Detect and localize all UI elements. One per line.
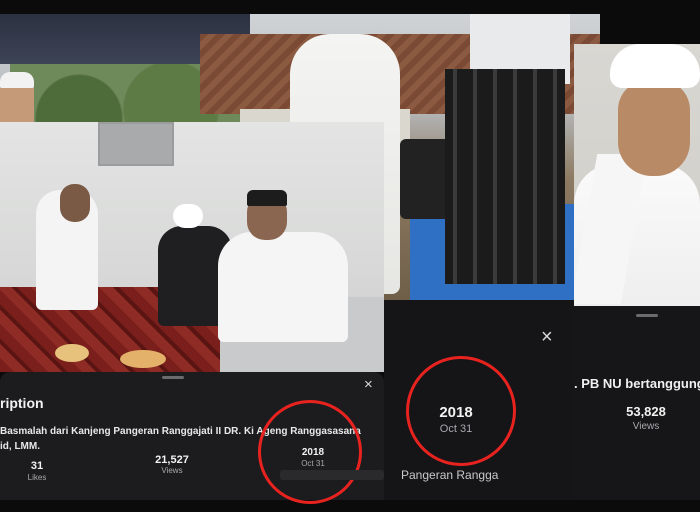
date-day: Oct 31 <box>301 459 325 468</box>
close-icon[interactable]: × <box>541 327 553 347</box>
main-photo <box>0 122 384 372</box>
section-title: ription <box>0 395 44 411</box>
video-title: . PB NU bertanggung <box>574 376 700 391</box>
likes-count: 31 <box>30 460 44 472</box>
man-with-cap <box>218 232 348 342</box>
right-sheet: . PB NU bertanggung 53,828 Views <box>574 306 700 500</box>
food-plate <box>55 344 89 362</box>
food-plate <box>120 350 166 368</box>
channel-name[interactable]: Pangeran Rangga <box>401 468 498 482</box>
views-label: Views <box>161 466 183 475</box>
person-left-cap <box>0 72 34 88</box>
description-line-2: id, LMM. <box>0 441 40 452</box>
portrait-turban <box>610 44 700 88</box>
drag-handle[interactable] <box>162 376 184 379</box>
description-sheet: × ription Basmalah dari Kanjeng Pangeran… <box>0 372 384 512</box>
middle-sheet: × 2018 Oct 31 Pangeran Rangga <box>384 300 574 500</box>
black-cap <box>247 190 287 206</box>
views-count: 53,828 <box>626 404 666 419</box>
person-sarong <box>445 69 565 284</box>
date-day: Oct 31 <box>439 423 473 435</box>
close-icon[interactable]: × <box>364 377 373 392</box>
likes-label: Likes <box>27 473 47 482</box>
views-count: 21,527 <box>155 454 189 466</box>
man-white-shirt-head <box>60 184 90 222</box>
portrait-face <box>618 80 690 176</box>
views-label: Views <box>632 421 660 432</box>
drag-handle[interactable] <box>636 314 658 317</box>
date-year: 2018 <box>301 447 325 458</box>
action-bar <box>280 470 384 480</box>
window <box>98 122 174 166</box>
man-turban <box>173 204 203 228</box>
portrait-photo <box>574 44 700 306</box>
date-year: 2018 <box>439 404 473 421</box>
